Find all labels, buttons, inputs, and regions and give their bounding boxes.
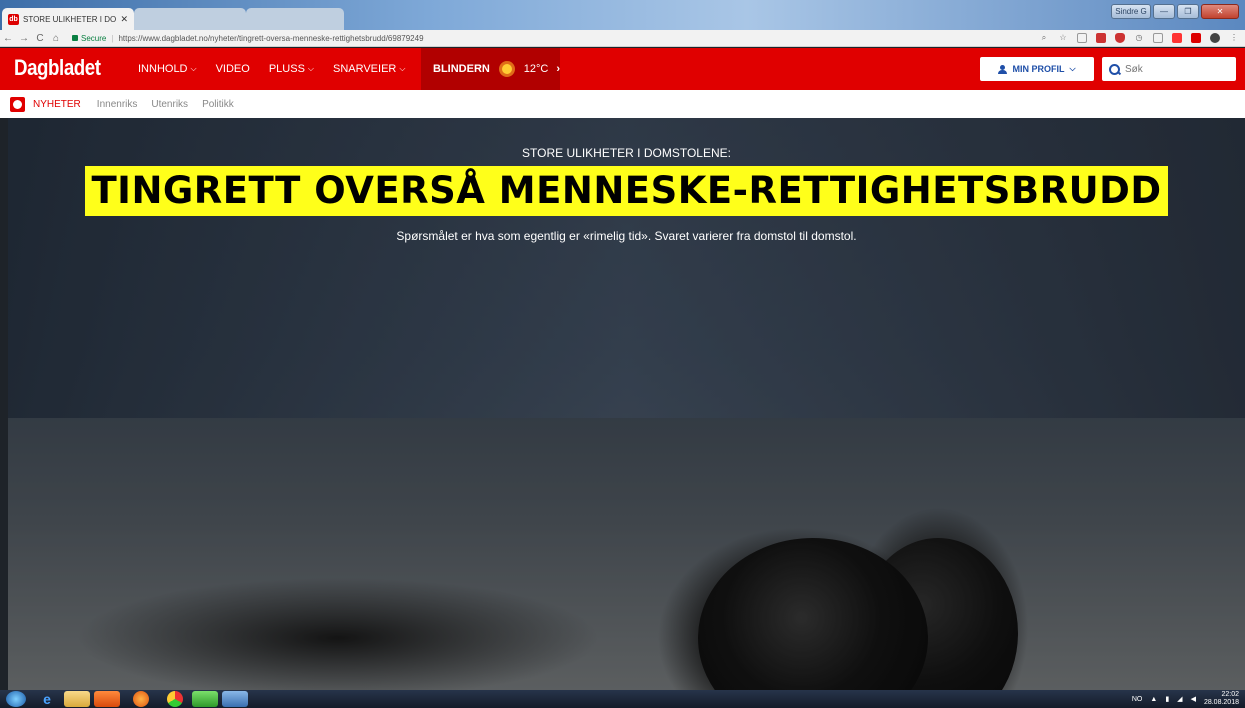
- chevron-down-icon: ⌵: [399, 64, 406, 73]
- file-explorer-icon[interactable]: [64, 691, 90, 707]
- browser-tabstrip: db STORE ULIKHETER I DOM ✕ Sindre G — ❐ …: [0, 0, 1245, 30]
- zoom-icon[interactable]: ⌕: [1039, 33, 1049, 43]
- battery-icon[interactable]: ▮: [1165, 695, 1169, 703]
- secure-indicator[interactable]: Secure: [72, 34, 106, 43]
- windows-taskbar: e NO ▲ ▮ ◢ ◀ 22:02 28.08.2018: [0, 690, 1245, 708]
- nav-pluss[interactable]: PLUSS ⌵: [269, 63, 314, 75]
- menu-icon[interactable]: ⋮: [1229, 33, 1239, 43]
- clock-time: 22:02: [1221, 691, 1239, 698]
- new-tab-button[interactable]: [350, 12, 364, 24]
- site-header: Dagbladet INNHOLD ⌵ VIDEO PLUSS ⌵ SNARVE…: [0, 48, 1245, 90]
- subnav-item-innenriks[interactable]: Innenriks: [97, 99, 138, 110]
- article-headline: TINGRETT OVERSÅ MENNESKE-RETTIGHETSBRUDD: [85, 166, 1168, 216]
- start-button-icon[interactable]: [6, 691, 26, 707]
- app-icon[interactable]: [222, 691, 248, 707]
- subnav-section-nyheter[interactable]: NYHETER: [33, 99, 81, 110]
- headline-wrap: TINGRETT OVERSÅ MENNESKE-RETTIGHETSBRUDD: [8, 166, 1245, 216]
- network-icon[interactable]: ◢: [1177, 695, 1182, 703]
- weather-temperature: 12°C: [523, 63, 549, 75]
- extension-icon[interactable]: [1096, 33, 1106, 43]
- internet-explorer-icon[interactable]: e: [34, 691, 60, 707]
- chevron-down-icon: ⌵: [190, 64, 197, 73]
- language-indicator[interactable]: NO: [1132, 696, 1143, 703]
- nav-label: INNHOLD: [138, 63, 188, 75]
- window-user-button[interactable]: Sindre G: [1111, 4, 1151, 19]
- browser-tab[interactable]: [134, 8, 246, 30]
- reload-icon[interactable]: C: [32, 33, 48, 44]
- profile-label: MIN PROFIL: [1012, 64, 1065, 74]
- skype-icon[interactable]: [192, 691, 218, 707]
- section-subnav: NYHETER Innenriks Utenriks Politikk: [0, 90, 1245, 118]
- main-nav: INNHOLD ⌵ VIDEO PLUSS ⌵ SNARVEIER ⌵: [138, 48, 424, 90]
- bookmark-star-icon[interactable]: ☆: [1058, 33, 1068, 43]
- forward-arrow-icon[interactable]: →: [16, 33, 32, 44]
- tab-close-icon[interactable]: ✕: [120, 14, 128, 25]
- media-player-icon[interactable]: [94, 691, 120, 707]
- dagbladet-favicon-icon: db: [8, 13, 19, 25]
- search-icon[interactable]: [1109, 63, 1120, 75]
- browser-tab[interactable]: [246, 8, 344, 30]
- article-lead: Spørsmålet er hva som egentlig er «rimel…: [396, 229, 857, 243]
- volume-icon[interactable]: ◀: [1191, 695, 1196, 703]
- url-separator: |: [111, 33, 114, 43]
- globe-icon: [10, 96, 25, 112]
- article-kicker: STORE ULIKHETER I DOMSTOLENE:: [522, 146, 731, 160]
- nav-label: VIDEO: [215, 63, 250, 75]
- url-field[interactable]: https://www.dagbladet.no/nyheter/tingret…: [118, 34, 1039, 43]
- chevron-down-icon: ⌵: [1069, 64, 1076, 73]
- weather-location: BLINDERN: [433, 63, 490, 75]
- history-icon[interactable]: ◷: [1134, 33, 1144, 43]
- extension-icons: ⌕ ☆ ◷ ⋮: [1039, 33, 1239, 43]
- clock[interactable]: 22:02 28.08.2018: [1204, 691, 1239, 707]
- system-tray: NO ▲ ▮ ◢ ◀ 22:02 28.08.2018: [1132, 690, 1239, 708]
- back-arrow-icon[interactable]: ←: [0, 33, 16, 44]
- close-window-button[interactable]: ✕: [1201, 4, 1239, 19]
- weather-widget[interactable]: BLINDERN 12°C ›: [421, 48, 560, 90]
- extension-icon[interactable]: [1153, 33, 1163, 43]
- chevron-down-icon: ⌵: [307, 64, 314, 73]
- chrome-icon[interactable]: [167, 691, 183, 707]
- pocket-icon[interactable]: [1115, 33, 1125, 43]
- nav-innhold[interactable]: INNHOLD ⌵: [138, 63, 197, 75]
- secure-label: Secure: [81, 33, 107, 43]
- address-bar: ← → C ⌂ Secure | https://www.dagbladet.n…: [0, 30, 1245, 47]
- tab-title: STORE ULIKHETER I DOM: [23, 14, 117, 24]
- extension-icon[interactable]: [1077, 33, 1087, 43]
- minimize-button[interactable]: —: [1153, 4, 1175, 19]
- sun-icon: [498, 60, 516, 78]
- firefox-icon[interactable]: [133, 691, 149, 707]
- subnav-item-utenriks[interactable]: Utenriks: [151, 99, 188, 110]
- home-icon[interactable]: ⌂: [48, 33, 64, 44]
- nav-snarveier[interactable]: SNARVEIER ⌵: [333, 63, 405, 75]
- maximize-button[interactable]: ❐: [1177, 4, 1199, 19]
- search-input[interactable]: [1125, 63, 1225, 75]
- dagbladet-logo[interactable]: Dagbladet: [14, 55, 101, 81]
- chevron-right-icon: ›: [556, 63, 560, 75]
- tray-expand-icon[interactable]: ▲: [1150, 696, 1157, 703]
- extension-icon[interactable]: [1172, 33, 1182, 43]
- nav-label: SNARVEIER: [332, 63, 397, 75]
- clock-date: 28.08.2018: [1203, 699, 1239, 706]
- article-hero: STORE ULIKHETER I DOMSTOLENE: TINGRETT O…: [8, 118, 1245, 690]
- window-controls: Sindre G — ❐ ✕: [1111, 4, 1239, 19]
- nav-video[interactable]: VIDEO: [216, 63, 250, 75]
- person-icon: [998, 64, 1008, 74]
- subnav-item-politikk[interactable]: Politikk: [202, 99, 234, 110]
- lock-icon: [72, 35, 78, 41]
- nav-label: PLUSS: [268, 63, 305, 75]
- profile-button[interactable]: MIN PROFIL ⌵: [980, 57, 1094, 81]
- extension-icon[interactable]: [1210, 33, 1220, 43]
- search-box: [1102, 57, 1236, 81]
- extension-icon[interactable]: [1191, 33, 1201, 43]
- browser-tab-active[interactable]: db STORE ULIKHETER I DOM ✕: [2, 8, 134, 30]
